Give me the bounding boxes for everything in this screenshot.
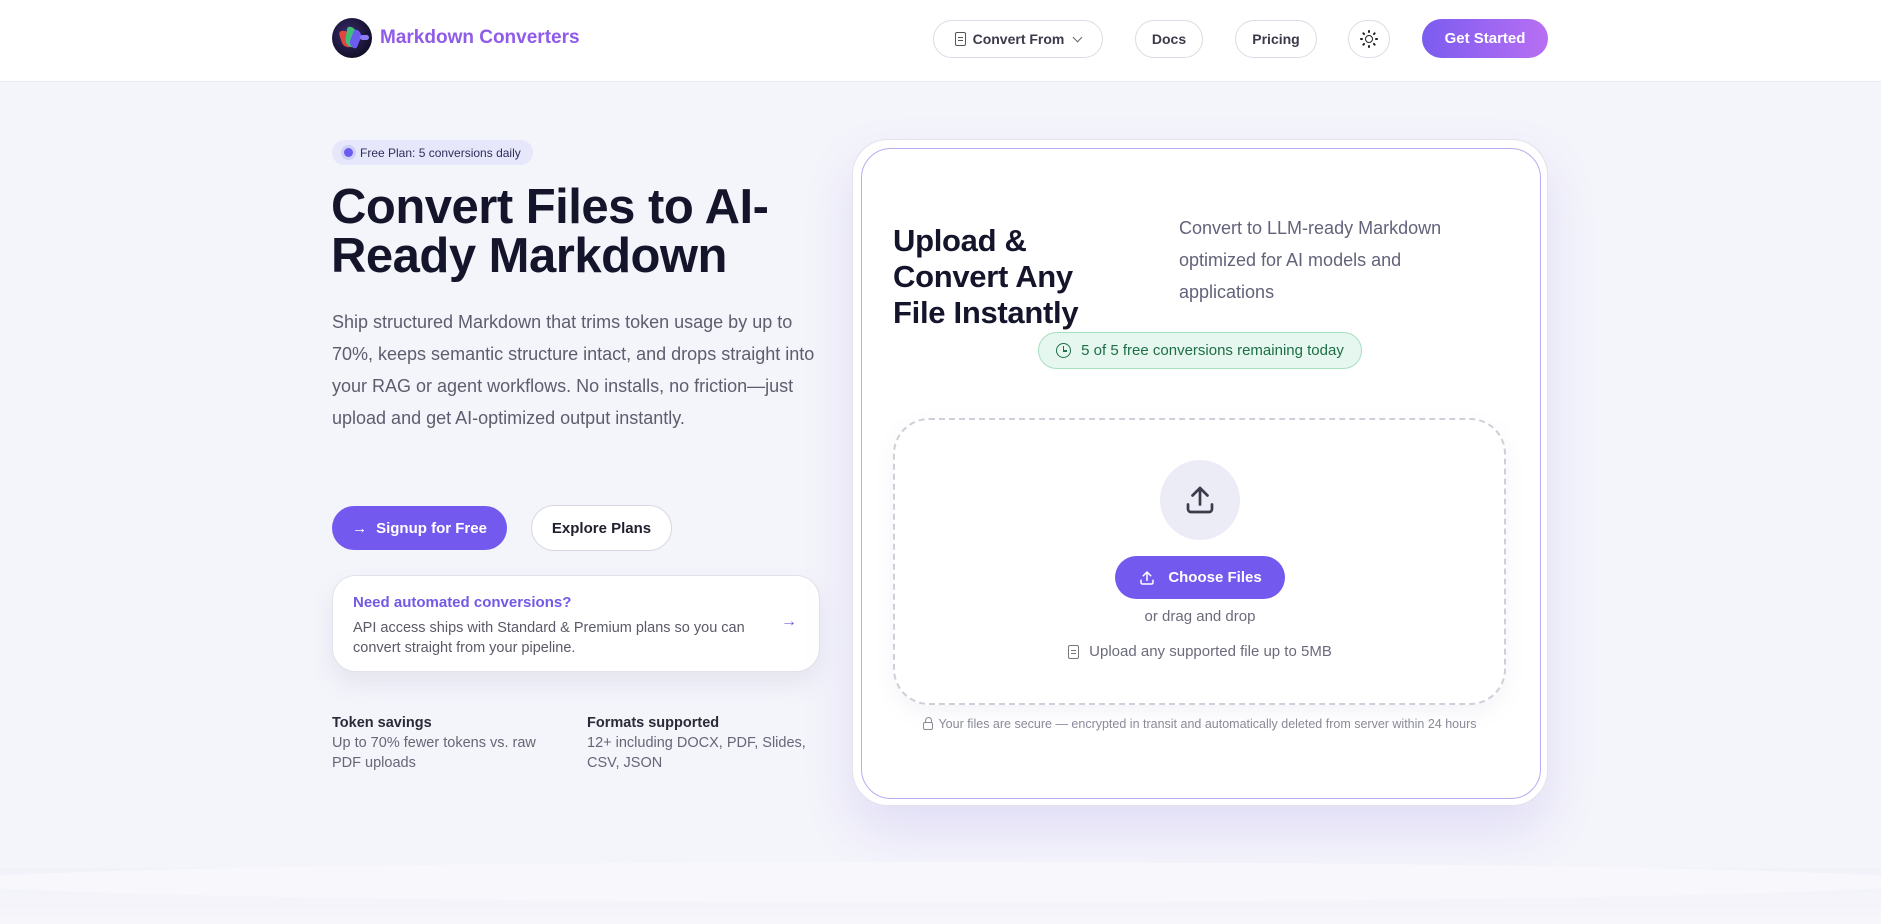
document-icon <box>1068 644 1080 659</box>
drag-drop-hint: or drag and drop <box>1144 608 1256 625</box>
security-note-text: Your files are secure — encrypted in tra… <box>938 717 1477 731</box>
stat-token-savings: Token savings Up to 70% fewer tokens vs.… <box>332 713 562 773</box>
conversions-remaining-badge: 5 of 5 free conversions remaining today <box>1038 332 1362 369</box>
api-card-text: API access ships with Standard & Premium… <box>353 620 745 656</box>
file-size-label: Upload any supported file up to 5MB <box>1089 643 1332 660</box>
theme-toggle-button[interactable] <box>1348 20 1390 58</box>
upload-title: Upload & Convert Any File Instantly <box>893 223 1079 330</box>
remaining-label: 5 of 5 free conversions remaining today <box>1081 342 1344 359</box>
api-info-card[interactable]: Need automated conversions? API access s… <box>332 575 820 672</box>
logo-icon <box>332 18 372 58</box>
api-card-title: Need automated conversions? <box>353 594 572 611</box>
sun-icon <box>1360 30 1378 48</box>
stat-title: Token savings <box>332 715 432 731</box>
brand-name: Markdown Converters <box>380 27 580 48</box>
stat-text: Up to 70% fewer tokens vs. raw PDF uploa… <box>332 735 536 771</box>
signup-label: Signup for Free <box>376 519 487 537</box>
choose-files-button[interactable]: Choose Files <box>1115 556 1285 599</box>
upload-icon-circle <box>1160 460 1240 540</box>
hero-description: Ship structured Markdown that trims toke… <box>332 312 815 428</box>
stat-formats-supported: Formats supported 12+ including DOCX, PD… <box>587 713 817 773</box>
convert-from-dropdown[interactable]: Convert From <box>933 20 1103 58</box>
section-divider <box>0 862 1881 924</box>
clock-icon <box>1056 343 1072 358</box>
arrow-right-icon: → <box>781 613 797 630</box>
convert-from-label: Convert From <box>972 31 1065 47</box>
hero-title: Convert Files to AI-Ready Markdown <box>331 180 769 283</box>
free-plan-badge: Free Plan: 5 conversions daily <box>332 140 533 165</box>
explore-plans-button[interactable]: Explore Plans <box>531 505 672 551</box>
lock-icon <box>923 717 934 730</box>
pricing-link[interactable]: Pricing <box>1235 20 1317 58</box>
status-dot-icon <box>344 148 353 157</box>
stat-title: Formats supported <box>587 715 720 731</box>
upload-icon <box>1140 570 1155 585</box>
upload-icon <box>1186 486 1214 514</box>
badge-label: Free Plan: 5 conversions daily <box>360 145 521 160</box>
upload-description: Convert to LLM-ready Markdown optimized … <box>1179 218 1442 302</box>
document-icon <box>954 32 966 46</box>
docs-link[interactable]: Docs <box>1135 20 1203 58</box>
chevron-down-icon <box>1072 32 1083 42</box>
choose-files-label: Choose Files <box>1168 569 1262 586</box>
file-size-hint: Upload any supported file up to 5MB <box>1030 643 1370 660</box>
signup-button[interactable]: → Signup for Free <box>332 506 507 550</box>
get-started-button[interactable]: Get Started <box>1422 19 1548 58</box>
security-note: Your files are secure — encrypted in tra… <box>880 717 1520 731</box>
brand-logo[interactable]: Markdown Converters <box>332 18 580 58</box>
site-header: Markdown Converters Convert From Docs Pr… <box>0 0 1881 82</box>
arrow-right-icon: → <box>352 519 368 537</box>
stat-text: 12+ including DOCX, PDF, Slides, CSV, JS… <box>587 735 806 771</box>
